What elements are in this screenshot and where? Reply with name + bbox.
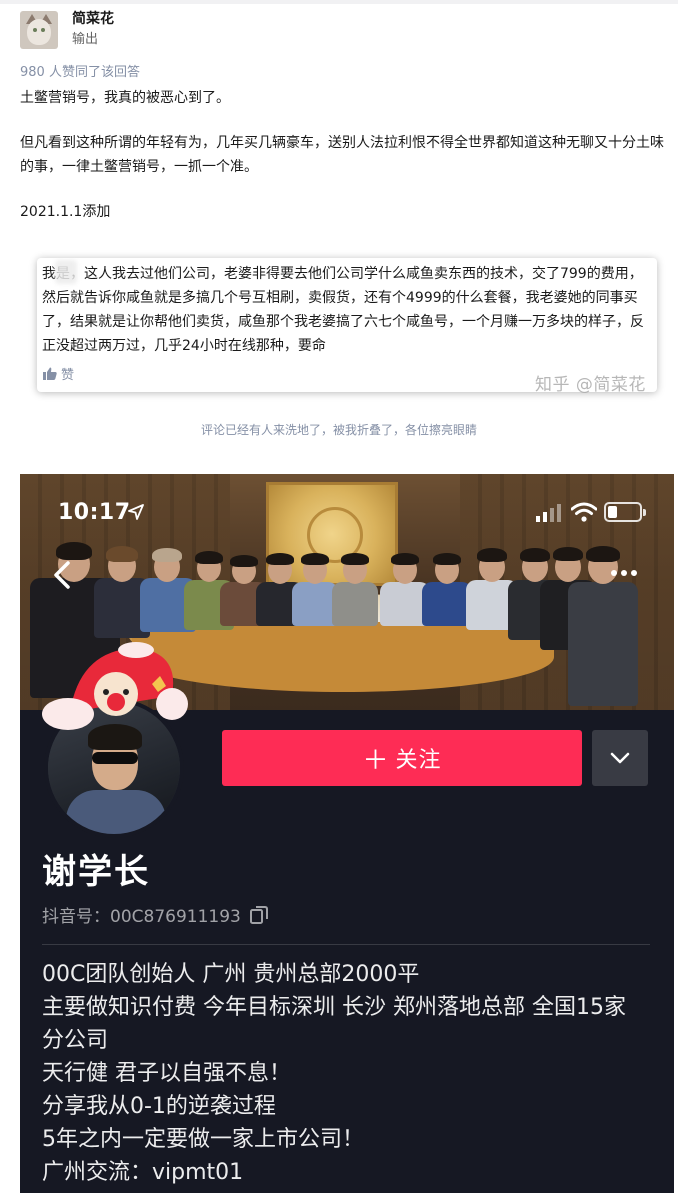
thumbs-up-icon — [43, 367, 57, 380]
bio-line: 00C团队创始人 广州 贵州总部2000平 — [42, 962, 420, 987]
bio-line: 分享我从0-1的逆袭过程 — [42, 1094, 276, 1119]
answer-author: 简菜花 输出 — [20, 10, 114, 50]
top-divider — [0, 0, 678, 4]
copy-icon[interactable] — [249, 905, 269, 925]
comment-like: 赞 — [43, 364, 74, 383]
author-avatar[interactable] — [20, 11, 58, 49]
phone-status-bar: 10:17 — [20, 474, 674, 526]
image-caption: 评论已经有人来洗地了，被我折叠了，各位擦亮眼睛 — [200, 423, 477, 437]
back-chevron-icon[interactable] — [50, 560, 74, 590]
answer-paragraph: 土鳖营销号，我真的被恶心到了。 — [20, 90, 230, 106]
profile-bio: 00C团队创始人 广州 贵州总部2000平 主要做知识付费 今年目标深圳 长沙 … — [42, 958, 662, 1189]
comment-text: 我是，这人我去过他们公司，老婆非得要去他们公司学什么咸鱼卖东西的技术，交了799… — [42, 266, 644, 354]
location-arrow-icon — [128, 504, 144, 520]
bio-line: 天行健 君子以自强不息！ — [42, 1061, 291, 1086]
santa-hat-decoration — [42, 642, 188, 730]
answer-paragraph: 2021.1.1添加 — [20, 204, 111, 220]
douyin-id: 抖音号：00C876911193 — [42, 902, 269, 927]
bio-line: 5年之内一定要做一家上市公司！ — [42, 1127, 364, 1152]
recommend-dropdown-button[interactable] — [592, 730, 648, 786]
plus-icon: ＋ — [362, 745, 390, 776]
zhihu-watermark: 知乎 @简菜花 — [535, 375, 646, 395]
author-bio: 输出 — [72, 32, 99, 47]
status-time: 10:17 — [58, 500, 131, 525]
vote-count[interactable]: 980 人赞同了该回答 — [20, 61, 140, 80]
chevron-down-icon — [610, 752, 630, 764]
douyin-id-text: 抖音号：00C876911193 — [42, 907, 241, 927]
profile-divider — [42, 944, 650, 945]
author-name[interactable]: 简菜花 — [72, 10, 114, 28]
profile-nickname: 谢学长 — [42, 852, 150, 892]
follow-button[interactable]: ＋ 关注 — [222, 730, 582, 786]
bio-line: 主要做知识付费 今年目标深圳 长沙 郑州落地总部 全国15家 — [42, 995, 626, 1020]
douyin-profile-screenshot: 10:17 ＋ 关注 谢学长 抖音号：00C876911193 00C团队创始人… — [20, 474, 674, 1193]
answer-paragraph: 但凡看到这种所谓的年轻有为，几年买几辆豪车，送别人法拉利恨不得全世界都知道这种无… — [20, 135, 664, 175]
bio-line: 分公司 — [42, 1028, 109, 1053]
more-options-icon[interactable] — [602, 560, 646, 586]
wifi-icon — [571, 502, 597, 522]
like-label: 赞 — [61, 368, 75, 383]
blurred-username — [55, 260, 77, 284]
battery-icon — [604, 502, 646, 522]
bio-line: 广州交流：vipmt01 — [42, 1160, 244, 1185]
follow-label: 关注 — [395, 748, 442, 773]
comment-screenshot: 我是，这人我去过他们公司，老婆非得要去他们公司学什么咸鱼卖东西的技术，交了799… — [37, 258, 657, 395]
signal-icon — [536, 504, 561, 522]
